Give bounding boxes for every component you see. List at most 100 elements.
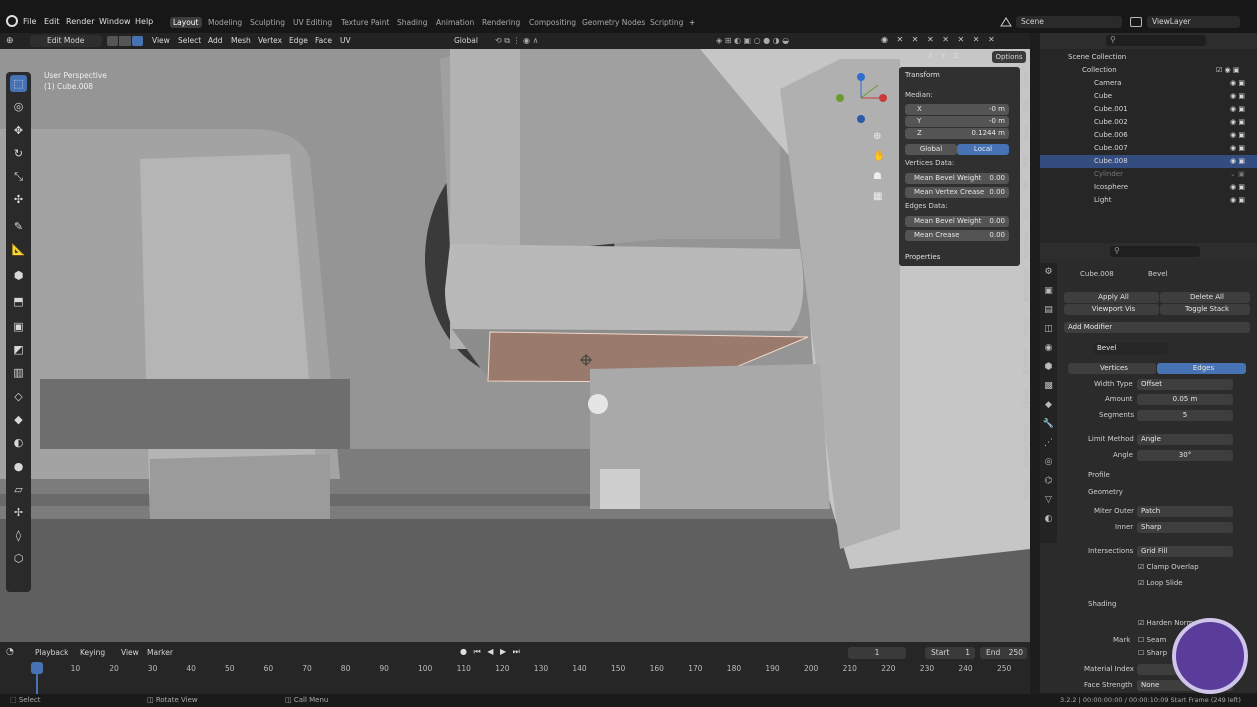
shading-panel-header[interactable]: Shading [1088, 600, 1116, 608]
amount-field[interactable]: 0.05 m [1137, 394, 1233, 405]
add-cube-tool-icon[interactable]: ⬢ [10, 267, 27, 284]
delete-all-button[interactable]: Delete All [1160, 292, 1250, 303]
extrude-tool-icon[interactable]: ⬒ [10, 293, 27, 310]
scene-selector[interactable]: Scene [1016, 16, 1122, 28]
median-x-field[interactable]: X -0 m [905, 104, 1009, 115]
smooth-tool-icon[interactable]: ● [10, 458, 27, 475]
viewport-nav-buttons[interactable]: ⊕ ✋ ☗ ▦ [873, 127, 887, 207]
tab-uv-editing[interactable]: UV Editing [290, 17, 335, 28]
inset-tool-icon[interactable]: ▣ [10, 318, 27, 335]
miter-outer-select[interactable]: Patch [1137, 506, 1233, 517]
menu-render[interactable]: Render [66, 17, 94, 26]
outliner-collection[interactable]: Collection ☑ ◉ ▣ [1040, 64, 1257, 77]
annotate-tool-icon[interactable]: ✎ [10, 218, 27, 235]
xray-toggle-icons[interactable]: ◉ ✕ ✕ ✕ ✕ ✕ ✕ ✕ [881, 35, 1026, 47]
rip-tool-icon[interactable]: ⬡ [10, 550, 27, 567]
knife-tool-icon[interactable]: ◇ [10, 388, 27, 405]
poly-build-tool-icon[interactable]: ◆ [10, 411, 27, 428]
move-tool-icon[interactable]: ✥ [10, 122, 27, 139]
rotate-tool-icon[interactable]: ↻ [10, 145, 27, 162]
tab-rendering[interactable]: Rendering [479, 17, 523, 28]
global-toggle[interactable]: Global [905, 144, 957, 155]
median-z-field[interactable]: Z 0.1244 m [905, 128, 1009, 139]
tab-3d-print[interactable]: 3D-Print [1022, 349, 1031, 375]
outliner-item-cube-006[interactable]: Cube.006 ◉ ▣ [1040, 129, 1257, 142]
outliner-scene-collection[interactable]: Scene Collection [1040, 51, 1257, 64]
menu-add[interactable]: Add [208, 36, 223, 45]
menu-select[interactable]: Select [178, 36, 201, 45]
shear-tool-icon[interactable]: ◊ [10, 527, 27, 544]
menu-window[interactable]: Window [99, 17, 131, 26]
playhead[interactable] [31, 662, 43, 674]
tab-compositing[interactable]: Compositing [526, 17, 579, 28]
median-y-field[interactable]: Y -0 m [905, 116, 1009, 127]
options-dropdown[interactable]: Options [992, 51, 1026, 63]
menu-mesh[interactable]: Mesh [231, 36, 251, 45]
spin-tool-icon[interactable]: ◐ [10, 434, 27, 451]
tab-edit[interactable]: Edit [1022, 207, 1031, 220]
mode-selector[interactable]: Edit Mode [30, 35, 102, 47]
outliner-search-icon[interactable]: ⚲ [1106, 35, 1206, 46]
blender-logo-icon[interactable] [6, 15, 18, 27]
vertex-select-icon[interactable] [107, 36, 119, 46]
timeline-ruler[interactable]: 1102030405060708090100110120130140150160… [0, 642, 1030, 694]
apply-all-button[interactable]: Apply All [1064, 292, 1159, 303]
shrink-fatten-tool-icon[interactable]: ✢ [10, 504, 27, 521]
outliner-item-cube-008[interactable]: Cube.008 ◉ ▣ [1040, 155, 1257, 168]
transform-orientation[interactable]: Global [440, 35, 488, 47]
mean-crease-field[interactable]: Mean Crease 0.00 [905, 230, 1009, 241]
affect-edges-button[interactable]: Edges [1157, 363, 1246, 374]
cursor-tool-icon[interactable]: ◎ [10, 98, 27, 115]
mean-vertex-crease-field[interactable]: Mean Vertex Crease 0.00 [905, 187, 1009, 198]
tab-item[interactable]: Item [1022, 73, 1031, 88]
mean-bevel-weight-edge-field[interactable]: Mean Bevel Weight 0.00 [905, 216, 1009, 227]
properties-search-icon[interactable]: ⚲ [1110, 246, 1200, 257]
menu-face[interactable]: Face [315, 36, 332, 45]
viewport-vis-button[interactable]: Viewport Vis [1064, 304, 1159, 315]
properties-tabs-icons[interactable]: ⚙ ▣ ▤ ◫ ◉ ⬢ ▩ ◆ 🔧 ⋰ ◎ ⌬ ▽ ◐ [1040, 263, 1057, 543]
add-workspace-button[interactable]: + [686, 17, 698, 28]
angle-field[interactable]: 30° [1137, 450, 1233, 461]
tab-tissue[interactable]: Tissue [1022, 389, 1031, 409]
menu-edge[interactable]: Edge [289, 36, 308, 45]
width-type-select[interactable]: Offset [1137, 379, 1233, 390]
inner-select[interactable]: Sharp [1137, 522, 1233, 533]
snapping-icons[interactable]: ⟲ ⧉ ⋮ ◉ ∧ [495, 36, 585, 46]
outliner-item-cylinder[interactable]: Cylinder ⌄ ▣ [1040, 168, 1257, 181]
tab-animation[interactable]: Animation [1022, 269, 1031, 302]
outliner-item-cube-007[interactable]: Cube.007 ◉ ▣ [1040, 142, 1257, 155]
tab-grease-pencil[interactable]: Grease Pencil [1022, 424, 1031, 468]
mirror-x[interactable]: X [928, 52, 936, 60]
menu-uv[interactable]: UV [340, 36, 351, 45]
limit-method-select[interactable]: Angle [1137, 434, 1233, 445]
tab-pdt[interactable]: PDT [1022, 154, 1031, 167]
view-layer-selector[interactable]: ViewLayer [1147, 16, 1240, 28]
tab-sculpting[interactable]: Sculpting [247, 17, 288, 28]
tab-animate[interactable]: Animate [1022, 232, 1031, 259]
scale-tool-icon[interactable]: ⤡ [10, 168, 27, 185]
select-box-tool-icon[interactable]: ⬚ [10, 75, 27, 92]
loop-cut-tool-icon[interactable]: ▥ [10, 364, 27, 381]
geometry-panel-header[interactable]: Geometry [1088, 488, 1123, 496]
measure-tool-icon[interactable]: 📐 [10, 241, 27, 258]
tab-modeling[interactable]: Modeling [205, 17, 245, 28]
select-mode-buttons[interactable] [107, 36, 143, 46]
tab-rigify[interactable]: Rigify [1022, 481, 1031, 499]
outliner-item-cube-001[interactable]: Cube.001 ◉ ▣ [1040, 103, 1257, 116]
menu-edit[interactable]: Edit [44, 17, 60, 26]
menu-file[interactable]: File [23, 17, 36, 26]
edge-select-icon[interactable] [119, 36, 131, 46]
segments-field[interactable]: 5 [1137, 410, 1233, 421]
add-modifier-dropdown[interactable]: Add Modifier [1064, 322, 1250, 333]
affect-vertices-button[interactable]: Vertices [1068, 363, 1156, 374]
tab-shading[interactable]: Shading [394, 17, 430, 28]
loop-slide-checkbox[interactable]: ☑ Loop Slide [1138, 579, 1183, 587]
mirror-axis-icons[interactable]: X Y Z [928, 52, 988, 63]
edge-slide-tool-icon[interactable]: ▱ [10, 481, 27, 498]
tab-texture-paint[interactable]: Texture Paint [338, 17, 392, 28]
tab-geometry-nodes[interactable]: Geometry Nodes [579, 17, 648, 28]
properties-panel-header[interactable]: Properties [905, 253, 940, 261]
mark-sharp-checkbox[interactable]: ☐ Sharp [1138, 649, 1167, 657]
3d-viewport[interactable]: User Perspective (1) Cube.008 ⊕ ✋ ☗ ▦ X Y Z… [0, 49, 1030, 642]
editor-type-icon[interactable]: ⊕ [6, 36, 26, 46]
